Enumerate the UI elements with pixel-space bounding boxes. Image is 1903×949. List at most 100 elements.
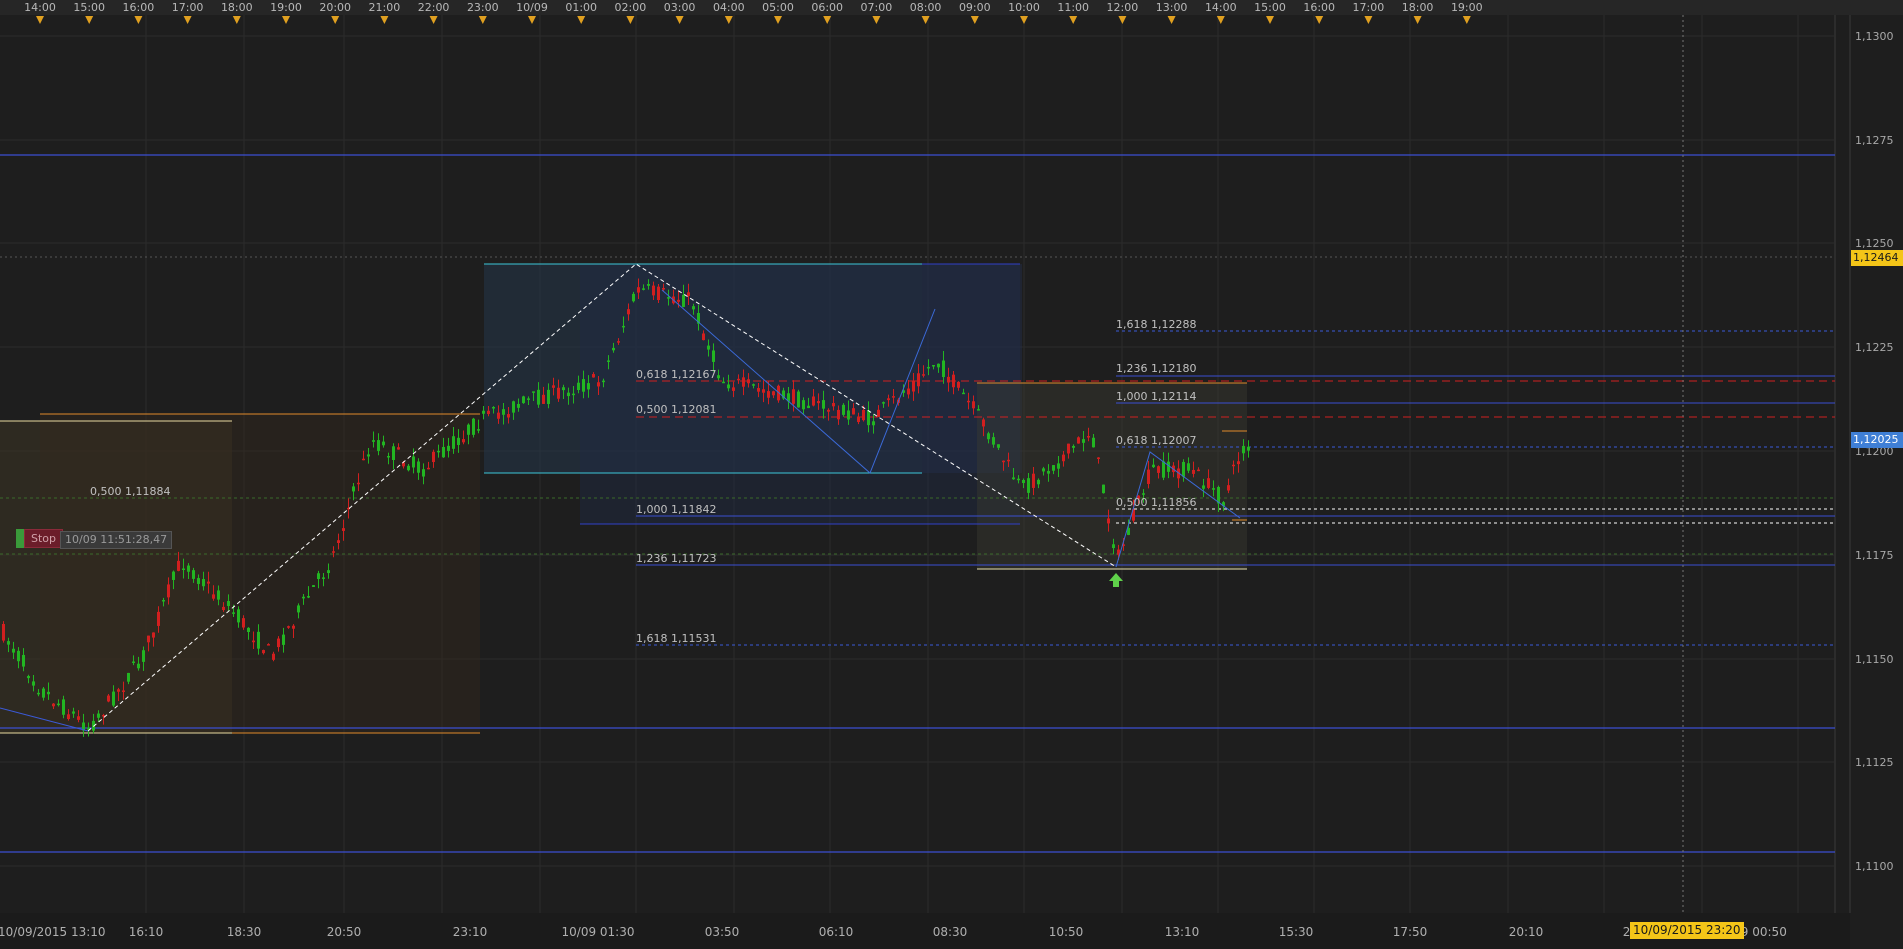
candle-body <box>187 565 190 572</box>
candle-body <box>1097 457 1100 459</box>
candle-body <box>237 609 240 623</box>
candle-body <box>67 714 70 720</box>
candle-body <box>282 634 285 645</box>
candle-body <box>1057 463 1060 469</box>
fib-label: 0,500 1,11856 <box>1116 496 1196 509</box>
candle-body <box>597 382 600 387</box>
candle-body <box>792 389 795 404</box>
stop-order-button[interactable]: Stop <box>24 529 64 548</box>
fib-label: 0,618 1,12167 <box>636 368 716 381</box>
candle-body <box>222 606 225 611</box>
candle-body <box>602 380 605 383</box>
candle-body <box>1142 493 1145 495</box>
candle-body <box>152 632 155 638</box>
candle-body <box>677 299 680 302</box>
top-time-label: 10:00 <box>1008 1 1040 14</box>
price-chart[interactable]: 14:00 15:00 16:00 17:00 18:00 19:00 20:00 21:00… <box>0 0 1903 949</box>
bottom-time-label: 20:50 <box>327 925 362 939</box>
candle-body <box>147 635 150 643</box>
candle-body <box>927 366 930 369</box>
candle-body <box>142 650 145 662</box>
candle-body <box>472 418 475 435</box>
candle-body <box>177 560 180 571</box>
candle-body <box>172 571 175 580</box>
candle-body <box>1107 518 1110 524</box>
fib-label: 1,618 1,11531 <box>636 632 716 645</box>
top-time-label: 03:00 <box>664 1 696 14</box>
candle-body <box>877 409 880 418</box>
candle-body <box>262 650 265 654</box>
candle-body <box>417 461 420 473</box>
top-time-label: 07:00 <box>861 1 893 14</box>
candle-body <box>612 347 615 351</box>
candle-body <box>1202 485 1205 489</box>
candle-body <box>162 600 165 602</box>
candle-body <box>137 663 140 669</box>
candle-body <box>17 650 20 662</box>
candle-body <box>317 573 320 580</box>
candle-body <box>287 626 290 628</box>
candle-body <box>117 689 120 692</box>
candle-body <box>967 400 970 403</box>
candle-body <box>812 396 815 406</box>
candle-body <box>462 439 465 443</box>
candle-body <box>507 414 510 418</box>
top-time-label: 13:00 <box>1156 1 1188 14</box>
candle-body <box>527 398 530 400</box>
candle-body <box>652 285 655 296</box>
candle-body <box>517 403 520 408</box>
candle-body <box>852 408 855 415</box>
candle-body <box>482 410 485 414</box>
candle-body <box>212 594 215 599</box>
candle-body <box>617 341 620 343</box>
candle-body <box>1007 459 1010 462</box>
candle-body <box>632 293 635 302</box>
top-time-label: 06:00 <box>811 1 843 14</box>
candle-body <box>77 716 80 720</box>
candle-body <box>132 661 135 663</box>
price-axis[interactable] <box>1850 15 1903 949</box>
bottom-time-label: 10:50 <box>1049 925 1084 939</box>
candle-body <box>1077 437 1080 444</box>
candle-body <box>972 401 975 409</box>
candle-body <box>32 681 35 686</box>
candle-body <box>62 699 65 715</box>
candle-body <box>797 391 800 408</box>
candle-body <box>987 433 990 440</box>
candle-body <box>722 381 725 384</box>
candle-body <box>1232 464 1235 467</box>
candle-body <box>442 446 445 458</box>
candle-body <box>127 672 130 682</box>
candle-body <box>272 653 275 660</box>
candle-body <box>957 381 960 388</box>
fib-label: 1,236 1,11723 <box>636 552 716 565</box>
candle-body <box>227 600 230 607</box>
bottom-time-label: 23:10 <box>453 925 488 939</box>
stop-handle[interactable] <box>16 529 24 548</box>
top-time-label: 19:00 <box>1451 1 1483 14</box>
candle-body <box>357 482 360 485</box>
candle-body <box>22 654 25 667</box>
candle-body <box>712 350 715 362</box>
candle-body <box>307 596 310 598</box>
top-time-label: 12:00 <box>1107 1 1139 14</box>
cursor-date-tag: 10/09/2015 23:20 <box>1630 922 1744 939</box>
candle-body <box>97 713 100 718</box>
candle-body <box>372 440 375 442</box>
candle-body <box>452 436 455 449</box>
candle-body <box>937 363 940 368</box>
candle-body <box>807 405 810 409</box>
candle-body <box>342 528 345 531</box>
bottom-time-axis[interactable] <box>0 913 1850 949</box>
candle-body <box>707 345 710 350</box>
candle-body <box>732 387 735 391</box>
candle-body <box>717 375 720 379</box>
candle-body <box>422 469 425 477</box>
candle-body <box>847 410 850 420</box>
candle-body <box>822 400 825 409</box>
price-tick-label: 1,1275 <box>1855 134 1894 147</box>
candle-body <box>407 465 410 471</box>
candle-body <box>817 401 820 404</box>
candle-body <box>167 584 170 598</box>
candle-body <box>1147 469 1150 484</box>
